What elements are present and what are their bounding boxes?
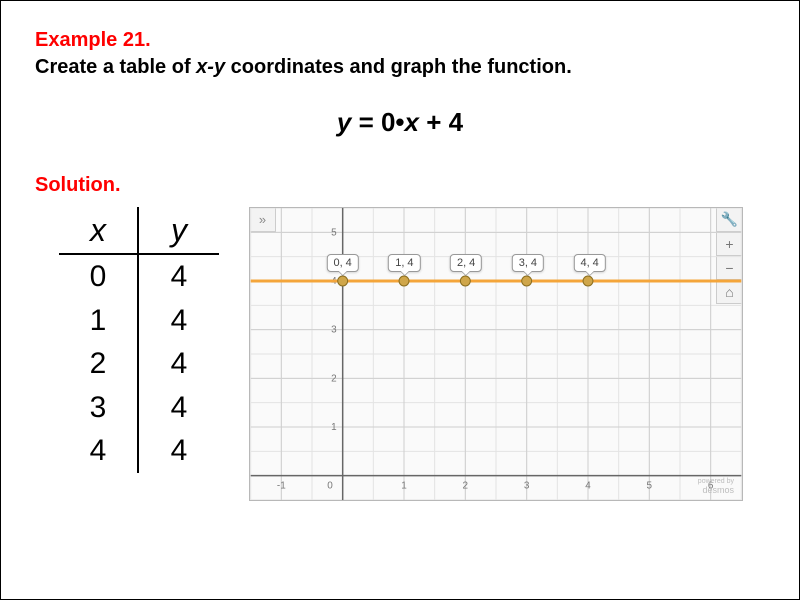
svg-text:5: 5 bbox=[647, 481, 653, 492]
table-header-row: x y bbox=[59, 207, 219, 255]
point-label: 2, 4 bbox=[450, 254, 482, 272]
table-cell-y: 4 bbox=[139, 342, 219, 386]
equation: y = 0•x + 4 bbox=[35, 107, 765, 138]
svg-text:3: 3 bbox=[524, 481, 530, 492]
table-cell-x: 2 bbox=[59, 342, 139, 386]
table-cell-y: 4 bbox=[139, 429, 219, 473]
svg-text:5: 5 bbox=[331, 227, 337, 238]
graph-plot[interactable]: -1012345612345 bbox=[250, 208, 742, 500]
svg-text:2: 2 bbox=[331, 373, 337, 384]
table-cell-y: 4 bbox=[139, 299, 219, 343]
table-cell-x: 4 bbox=[59, 429, 139, 473]
point-label: 3, 4 bbox=[512, 254, 544, 272]
table-cell-y: 4 bbox=[139, 386, 219, 430]
table-row: 0 4 bbox=[59, 255, 219, 299]
prompt-text: Create a table of x-y coordinates and gr… bbox=[35, 56, 765, 79]
equation-lhs: y bbox=[337, 107, 351, 137]
table-header-y: y bbox=[139, 207, 219, 255]
prompt-post: coordinates and graph the function. bbox=[225, 56, 572, 78]
table-row: 3 4 bbox=[59, 386, 219, 430]
prompt-pre: Create a table of bbox=[35, 56, 196, 78]
point-label: 1, 4 bbox=[388, 254, 420, 272]
equation-mid: x bbox=[405, 107, 419, 137]
watermark-text: desmos bbox=[702, 485, 734, 495]
equation-rhs: + 4 bbox=[419, 107, 463, 137]
solution-label: Solution. bbox=[35, 174, 765, 197]
example-title: Example 21. bbox=[35, 29, 765, 52]
svg-text:0: 0 bbox=[327, 481, 333, 492]
table-cell-x: 0 bbox=[59, 255, 139, 299]
svg-text:2: 2 bbox=[463, 481, 469, 492]
graph-panel[interactable]: » 🔧 + − ⌂ -1012345612345 powered by desm… bbox=[249, 207, 743, 501]
svg-text:1: 1 bbox=[401, 481, 407, 492]
plot-svg: -1012345612345 bbox=[250, 208, 742, 500]
svg-text:-1: -1 bbox=[277, 481, 286, 492]
svg-text:1: 1 bbox=[331, 422, 337, 433]
table-header-x: x bbox=[59, 207, 139, 255]
xy-table: x y 0 4 1 4 2 4 3 4 4 4 bbox=[59, 207, 219, 473]
svg-text:4: 4 bbox=[585, 481, 591, 492]
point-label: 4, 4 bbox=[573, 254, 605, 272]
table-cell-y: 4 bbox=[139, 255, 219, 299]
table-cell-x: 3 bbox=[59, 386, 139, 430]
svg-text:3: 3 bbox=[331, 325, 337, 336]
table-cell-x: 1 bbox=[59, 299, 139, 343]
graph-watermark: powered by desmos bbox=[698, 478, 734, 496]
point-label: 0, 4 bbox=[326, 254, 358, 272]
table-row: 1 4 bbox=[59, 299, 219, 343]
prompt-var: x-y bbox=[196, 56, 225, 78]
table-row: 4 4 bbox=[59, 429, 219, 473]
table-row: 2 4 bbox=[59, 342, 219, 386]
equation-eq: = 0• bbox=[351, 107, 404, 137]
